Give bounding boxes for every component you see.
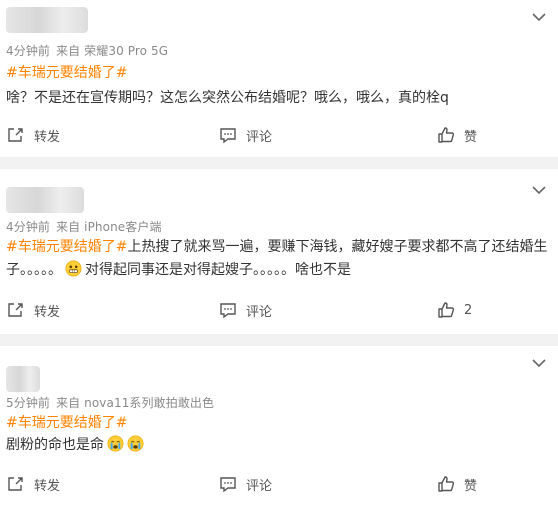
comment-button[interactable]: 评论 [219, 122, 272, 148]
thumbs-up-icon [438, 127, 455, 143]
like-button[interactable]: 赞 [437, 122, 477, 148]
like-label: 赞 [464, 129, 478, 145]
post-meta: 4分钟前 来自 荣耀30 Pro 5G [6, 42, 168, 59]
post-text-line1: 上热搜了就来骂一遍，要赚下海钱，藏好嫂子要求都不高了还结婚生 [127, 239, 548, 255]
like-label: 赞 [464, 478, 478, 494]
repost-label: 转发 [34, 129, 61, 145]
chevron-down-icon[interactable] [530, 10, 548, 24]
chevron-down-icon[interactable] [530, 183, 548, 197]
comment-label: 评论 [246, 304, 273, 320]
grimace-emoji-icon [65, 260, 82, 277]
like-count: 2 [464, 302, 473, 318]
blurred-username[interactable] [6, 366, 40, 392]
post-separator [0, 334, 558, 346]
repost-label: 转发 [34, 478, 61, 494]
post-card: 4分钟前 来自 荣耀30 Pro 5G #车瑞元要结婚了# 啥？不是还在宣传期吗？… [0, 0, 558, 157]
repost-icon [8, 303, 23, 317]
post-text-line2-end: 对得起同事还是对得起嫂子。。。。。啥也不是 [85, 262, 351, 278]
post-body: #车瑞元要结婚了# [6, 62, 551, 85]
chevron-down-icon[interactable] [530, 356, 548, 370]
comment-icon [220, 477, 236, 493]
post-separator [0, 157, 558, 169]
post-text-line2-start: 子。。。。。 [6, 262, 62, 278]
like-button[interactable]: 2 [437, 297, 472, 323]
topic-link[interactable]: #车瑞元要结婚了# [6, 239, 127, 255]
post-meta: 5分钟前 来自 nova11系列敢拍敢出色 [6, 394, 214, 411]
topic-link[interactable]: #车瑞元要结婚了# [6, 65, 127, 81]
repost-button[interactable]: 转发 [7, 122, 60, 148]
crying-emoji-icon [127, 435, 144, 452]
comment-button[interactable]: 评论 [219, 297, 272, 323]
repost-button[interactable]: 转发 [7, 471, 60, 497]
post-text-content: 啥？不是还在宣传期吗？这怎么突然公布结婚呢？哦么，哦么，真的栓q [6, 90, 449, 106]
action-bar: 转发 评论 赞 [0, 471, 558, 497]
post-text: 啥？不是还在宣传期吗？这怎么突然公布结婚呢？哦么，哦么，真的栓q [6, 87, 551, 110]
comment-label: 评论 [246, 129, 273, 145]
repost-label: 转发 [34, 304, 61, 320]
post-time: 4分钟前 [6, 44, 51, 58]
post-body: #车瑞元要结婚了#上热搜了就来骂一遍，要赚下海钱，藏好嫂子要求都不高了还结婚生 … [6, 236, 551, 282]
thumbs-up-icon [438, 476, 455, 492]
post-text-content: 剧粉的命也是命 [6, 437, 104, 453]
comment-button[interactable]: 评论 [219, 471, 272, 497]
post-card: 4分钟前 来自 iPhone客户端 #车瑞元要结婚了#上热搜了就来骂一遍，要赚下海… [0, 169, 558, 334]
comment-label: 评论 [246, 478, 273, 494]
repost-icon [8, 477, 23, 491]
repost-button[interactable]: 转发 [7, 297, 60, 323]
comment-icon [220, 303, 236, 319]
post-source: 来自 iPhone客户端 [56, 220, 162, 234]
post-card: 5分钟前来自 nova11系列敢拍敢出色 #车瑞元要结婚了# 剧粉的命也是命 [0, 346, 558, 505]
crying-emoji-icon [107, 435, 124, 452]
blurred-username[interactable] [6, 7, 88, 33]
post-meta: 4分钟前 来自 iPhone客户端 [6, 218, 162, 235]
post-source: 来自 nova11系列敢拍敢出色 [56, 396, 215, 410]
topic-link[interactable]: #车瑞元要结婚了# [6, 415, 127, 431]
action-bar: 转发 评论 赞 [0, 122, 558, 148]
comment-icon [220, 128, 236, 144]
post-body: #车瑞元要结婚了# [6, 412, 551, 435]
weibo-comment-feed: 4分钟前 来自 荣耀30 Pro 5G #车瑞元要结婚了# 啥？不是还在宣传期吗？… [0, 0, 558, 505]
thumbs-up-icon [438, 302, 455, 318]
repost-icon [8, 128, 23, 142]
blurred-username[interactable] [6, 187, 84, 213]
post-source: 来自 荣耀30 Pro 5G [56, 44, 169, 58]
action-bar: 转发 评论 2 [0, 297, 558, 323]
post-time: 5分钟前 [6, 396, 51, 410]
post-time: 4分钟前 [6, 220, 51, 234]
post-text: 剧粉的命也是命 [6, 434, 551, 457]
like-button[interactable]: 赞 [437, 471, 477, 497]
